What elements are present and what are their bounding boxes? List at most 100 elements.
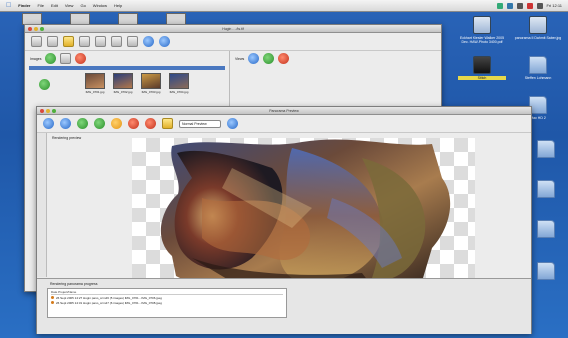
log-row-text: 26 Sept 2005 14:27 Hugin pano_ccm46 (5 i… [56, 295, 162, 300]
folder-icon [537, 180, 555, 198]
table-icon[interactable] [127, 36, 138, 47]
warning-icon [51, 301, 54, 304]
preview-side-panel [37, 133, 47, 277]
menu-edit[interactable]: Edit [51, 3, 58, 8]
grid-icon[interactable] [111, 36, 122, 47]
menu-go[interactable]: Go [80, 3, 85, 8]
thumbnail-caption: IMG_0702.jpg [113, 90, 133, 94]
volume-icon[interactable] [516, 2, 523, 9]
folder-icon [537, 262, 555, 280]
folder-icon[interactable] [162, 118, 173, 129]
view-settings-icon[interactable] [248, 53, 260, 64]
reset-icon[interactable] [145, 118, 156, 129]
desktop-icon-label: Steffen Lohmann [524, 76, 552, 80]
desktop-icon-label: Stitch [458, 76, 506, 80]
status-panel: Rendering panorama progress Date Project… [37, 278, 531, 334]
add-image-icon[interactable] [45, 53, 57, 64]
thumbnail-image [141, 73, 161, 89]
desktop-icon-label: panorama II Dahmit Saber.jpg [514, 36, 562, 40]
update-icon[interactable] [94, 118, 105, 129]
image-thumbnail[interactable]: IMG_0704.jpg [169, 73, 189, 94]
info-icon[interactable] [227, 118, 238, 129]
panorama-canvas[interactable] [132, 138, 475, 288]
views-label: Views [235, 56, 245, 61]
open-folder-icon[interactable] [63, 36, 74, 47]
thumbnail-image [113, 73, 133, 89]
layout-icon[interactable] [95, 36, 106, 47]
views-panel: Views [230, 51, 441, 109]
thumbnail-caption: IMG_0703.jpg [141, 90, 161, 94]
thumbnail-caption: IMG_0704.jpg [169, 90, 189, 94]
help-icon[interactable] [159, 36, 170, 47]
menu-help[interactable]: Help [114, 3, 122, 8]
image-selection-bar[interactable] [29, 66, 225, 70]
document-icon [473, 16, 491, 34]
battery-icon[interactable] [526, 2, 533, 9]
image-thumbnail[interactable]: IMG_0702.jpg [113, 73, 133, 94]
straighten-icon[interactable] [77, 118, 88, 129]
bluetooth-icon[interactable] [506, 2, 513, 9]
zoom-window-button[interactable] [52, 109, 56, 113]
remove-image-icon[interactable] [75, 53, 87, 64]
menu-clock[interactable]: Fri 12:11 [547, 3, 563, 8]
preview-toolbar: Normal Preview [37, 115, 531, 133]
minimize-window-button[interactable] [46, 109, 50, 113]
preview-icon[interactable] [143, 36, 154, 47]
menu-file[interactable]: File [37, 3, 43, 8]
warning-icon [51, 296, 54, 299]
image-properties-icon[interactable] [60, 53, 72, 64]
panorama-preview-window: Panorama Preview Normal Preview Renderin… [36, 106, 532, 334]
application-icon [473, 56, 491, 74]
projection-select-value: Normal Preview [182, 121, 207, 126]
folder-icon [537, 140, 555, 158]
menu-extras: Fri 12:11 [496, 2, 563, 9]
thumbnail-image [85, 73, 105, 89]
open-project-icon[interactable] [47, 36, 58, 47]
remove-view-icon[interactable] [278, 53, 290, 64]
menu-view[interactable]: View [65, 3, 74, 8]
render-log-list[interactable]: Date Project/Name 26 Sept 2005 14:27 Hug… [47, 288, 287, 318]
add-view-icon[interactable] [263, 53, 275, 64]
window-titlebar[interactable]: Panorama Preview [37, 107, 531, 115]
log-row[interactable]: 26 Sept 2005 14:31 Hugin pano_ccm47 (6 i… [51, 300, 283, 305]
folder-icon [529, 56, 547, 74]
desktop-icon-folder[interactable]: Steffen Lohmann [514, 56, 562, 80]
new-project-icon[interactable] [31, 36, 42, 47]
close-window-button[interactable] [28, 27, 32, 31]
desktop-icon-app[interactable]: Stitch [458, 56, 506, 80]
image-file-icon [529, 16, 547, 34]
window-title: Panorama Preview [269, 108, 299, 113]
menu-window[interactable]: Window [93, 3, 107, 8]
zoom-window-button[interactable] [40, 27, 44, 31]
image-thumbnail[interactable]: IMG_0701.jpg [85, 73, 105, 94]
main-toolbar [25, 33, 441, 51]
window-titlebar[interactable]: Hugin - ../ts.tif [25, 25, 441, 33]
window-title: Hugin - ../ts.tif [222, 26, 244, 31]
save-icon[interactable] [79, 36, 90, 47]
close-window-button[interactable] [40, 109, 44, 113]
status-label: Rendering panorama progress [50, 282, 98, 286]
minimize-window-button[interactable] [34, 27, 38, 31]
canvas-label: Rendering preview [52, 136, 82, 140]
stop-icon[interactable] [128, 118, 139, 129]
wifi-icon[interactable] [496, 2, 503, 9]
center-icon[interactable] [60, 118, 71, 129]
fit-icon[interactable] [43, 118, 54, 129]
log-header-text: Date Project/Name [51, 290, 77, 294]
log-row-text: 26 Sept 2005 14:31 Hugin pano_ccm47 (6 i… [56, 300, 162, 305]
desktop-icon-label: Eckhart Kiesler Walker 2005 Dec. HAW-Pho… [459, 36, 505, 44]
exposure-icon[interactable] [111, 118, 122, 129]
images-panel: Images IMG_0701.jpg IMG_0702.jpg IMG_070… [25, 51, 230, 109]
images-label: Images [30, 56, 42, 61]
menu-app-name[interactable]: Finder [18, 3, 30, 8]
thumbnail-caption: IMG_0701.jpg [85, 90, 105, 94]
menu-bar:  Finder File Edit View Go Window Help F… [0, 0, 568, 12]
panorama-preview-image [160, 139, 451, 288]
desktop-icon-image[interactable]: panorama II Dahmit Saber.jpg [514, 16, 562, 40]
image-thumbnail[interactable]: IMG_0703.jpg [141, 73, 161, 94]
display-icon[interactable] [536, 2, 543, 9]
desktop-icon-document[interactable]: Eckhart Kiesler Walker 2005 Dec. HAW-Pho… [458, 16, 506, 44]
projection-select[interactable]: Normal Preview [179, 119, 221, 128]
thumbnail-image [169, 73, 189, 89]
apple-menu-icon[interactable]:  [6, 2, 11, 9]
